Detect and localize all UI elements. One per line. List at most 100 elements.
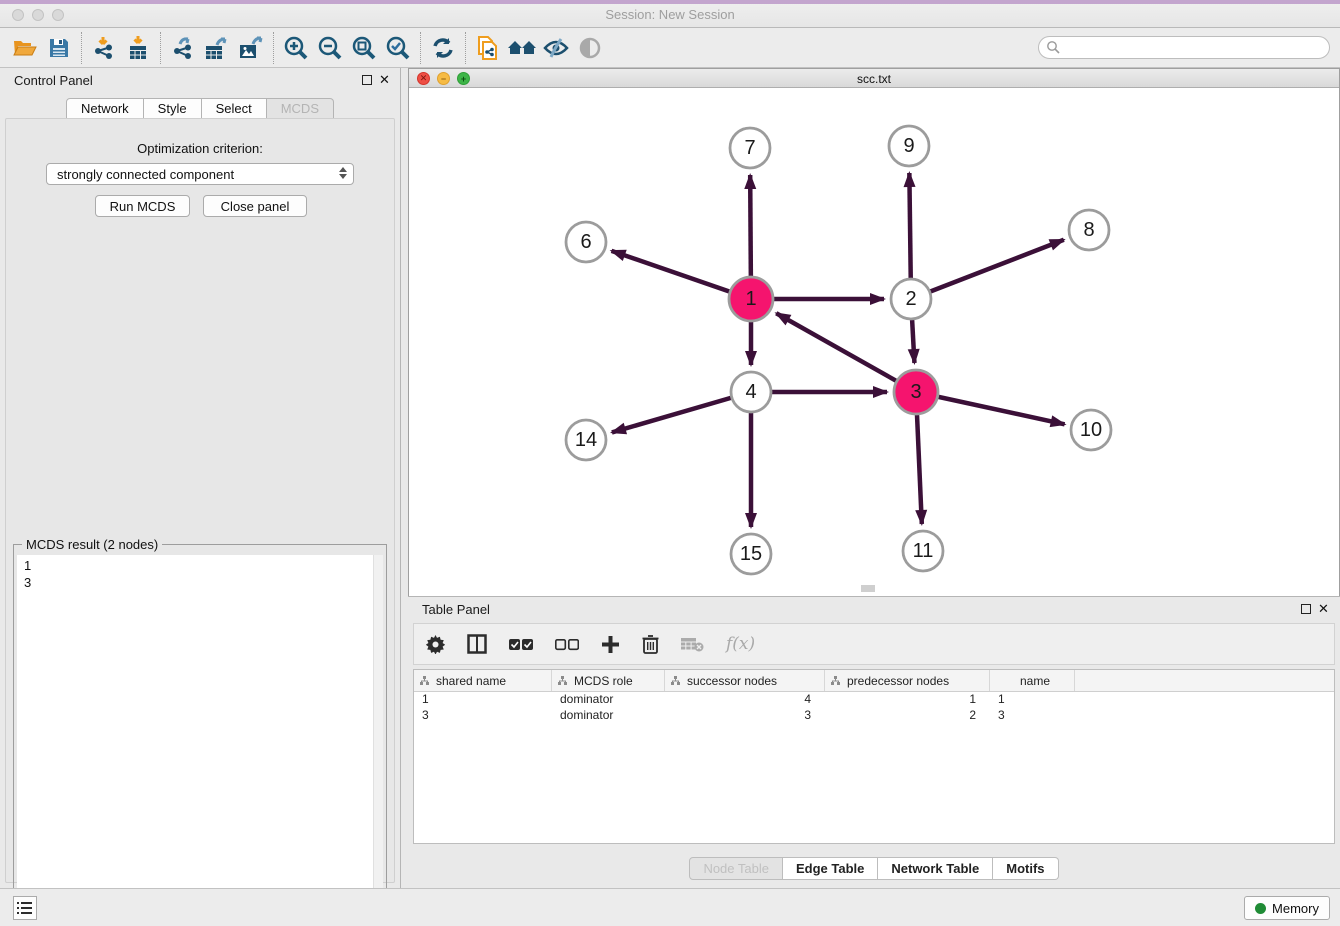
toolbar-separator xyxy=(273,32,274,64)
table-cell[interactable]: 2 xyxy=(825,708,990,724)
zoom-fit-icon xyxy=(351,35,377,61)
tree-icon xyxy=(420,676,429,685)
node-label-11: 11 xyxy=(913,540,934,562)
export-image-icon xyxy=(237,35,265,61)
export-table-button[interactable] xyxy=(200,32,234,64)
table-panel-tabs: Node Table Edge Table Network Table Moti… xyxy=(408,857,1340,880)
dropdown-value: strongly connected component xyxy=(57,167,234,182)
network-window-titlebar[interactable]: ✕ − + scc.txt xyxy=(409,69,1339,88)
node-label-14: 14 xyxy=(575,429,597,451)
memory-label: Memory xyxy=(1272,901,1319,916)
table-row[interactable]: 1dominator411 xyxy=(414,692,1334,708)
column-header-successor-nodes[interactable]: successor nodes xyxy=(665,670,825,691)
search-box[interactable] xyxy=(1038,36,1330,59)
clone-network-icon xyxy=(475,34,501,62)
export-image-button[interactable] xyxy=(234,32,268,64)
tab-select[interactable]: Select xyxy=(202,98,267,119)
network-window-title: scc.txt xyxy=(409,72,1339,86)
clone-network-button[interactable] xyxy=(471,32,505,64)
unselect-all-columns-button[interactable] xyxy=(555,638,579,651)
table-cell[interactable]: dominator xyxy=(552,708,665,724)
select-all-columns-button[interactable] xyxy=(509,638,533,651)
table-cell[interactable]: 3 xyxy=(990,708,1075,724)
mcds-result-groupbox: MCDS result (2 nodes) 1 3 xyxy=(13,544,387,918)
import-table-button[interactable] xyxy=(121,32,155,64)
tab-mcds[interactable]: MCDS xyxy=(267,98,334,119)
node-label-3: 3 xyxy=(910,381,921,403)
function-builder-button[interactable]: f(x) xyxy=(726,634,755,654)
table-cell[interactable]: 1 xyxy=(825,692,990,708)
edge-2-8[interactable] xyxy=(911,240,1064,299)
column-header-shared-name[interactable]: shared name xyxy=(414,670,552,691)
zoom-in-icon xyxy=(283,35,309,61)
memory-status-icon xyxy=(1255,903,1266,914)
delete-column-button[interactable] xyxy=(642,634,659,654)
float-panel-icon[interactable] xyxy=(1301,604,1311,614)
toolbar-separator xyxy=(160,32,161,64)
table-cell[interactable]: 3 xyxy=(665,708,825,724)
tab-network-table[interactable]: Network Table xyxy=(878,857,993,880)
tab-node-table[interactable]: Node Table xyxy=(689,857,783,880)
create-column-button[interactable] xyxy=(601,635,620,654)
zoom-out-button[interactable] xyxy=(313,32,347,64)
table-panel-header: Table Panel ✕ xyxy=(408,597,1340,621)
optimization-criterion-label: Optimization criterion: xyxy=(6,141,394,156)
network-graph[interactable]: 7968124314101511 xyxy=(409,88,1339,596)
show-graphics-details-button[interactable] xyxy=(573,32,607,64)
close-panel-icon[interactable]: ✕ xyxy=(1318,602,1329,616)
zoom-in-button[interactable] xyxy=(279,32,313,64)
column-header-MCDS-role[interactable]: MCDS role xyxy=(552,670,665,691)
open-session-button[interactable] xyxy=(8,32,42,64)
zoom-selected-button[interactable] xyxy=(381,32,415,64)
tab-motifs[interactable]: Motifs xyxy=(993,857,1058,880)
optimization-criterion-select[interactable]: strongly connected component xyxy=(46,163,354,185)
home-icon xyxy=(507,36,537,60)
table-cell[interactable]: 4 xyxy=(665,692,825,708)
edge-3-1[interactable] xyxy=(776,313,916,392)
show-panels-button[interactable] xyxy=(13,896,37,920)
table-cell[interactable]: 1 xyxy=(990,692,1075,708)
mcds-result-text[interactable]: 1 3 xyxy=(17,555,383,915)
table-row[interactable]: 3dominator323 xyxy=(414,708,1334,724)
control-panel-header: Control Panel ✕ xyxy=(0,68,400,92)
canvas-resize-grip[interactable] xyxy=(861,585,875,592)
import-network-button[interactable] xyxy=(87,32,121,64)
float-panel-icon[interactable] xyxy=(362,75,372,85)
table-cell[interactable]: 3 xyxy=(414,708,552,724)
column-header-predecessor-nodes[interactable]: predecessor nodes xyxy=(825,670,990,691)
delete-table-button[interactable] xyxy=(681,637,704,652)
node-label-6: 6 xyxy=(580,231,591,253)
control-panel: Control Panel ✕ Network Style Select MCD… xyxy=(0,68,401,888)
home-button[interactable] xyxy=(505,32,539,64)
column-label: name xyxy=(1020,674,1050,688)
edge-4-14[interactable] xyxy=(612,392,751,432)
close-panel-button[interactable]: Close panel xyxy=(203,195,307,217)
status-bar: Memory xyxy=(0,888,1340,926)
zoom-fit-button[interactable] xyxy=(347,32,381,64)
close-panel-icon[interactable]: ✕ xyxy=(379,73,390,87)
save-session-button[interactable] xyxy=(42,32,76,64)
column-header-name[interactable]: name xyxy=(990,670,1075,691)
split-columns-icon xyxy=(467,634,487,654)
result-scrollbar[interactable] xyxy=(373,555,383,915)
hide-graphics-details-button[interactable] xyxy=(539,32,573,64)
run-mcds-button[interactable]: Run MCDS xyxy=(95,195,190,217)
table-body: 1dominator4113dominator323 xyxy=(414,692,1334,724)
tree-icon xyxy=(671,676,680,685)
table-cell[interactable]: 1 xyxy=(414,692,552,708)
table-settings-button[interactable] xyxy=(426,635,445,654)
export-network-button[interactable] xyxy=(166,32,200,64)
tab-style[interactable]: Style xyxy=(144,98,202,119)
tab-edge-table[interactable]: Edge Table xyxy=(783,857,878,880)
tab-network[interactable]: Network xyxy=(66,98,144,119)
node-label-7: 7 xyxy=(744,137,755,159)
memory-button[interactable]: Memory xyxy=(1244,896,1330,920)
search-input[interactable] xyxy=(1061,39,1329,57)
network-canvas[interactable]: 7968124314101511 xyxy=(409,88,1339,596)
zoom-out-icon xyxy=(317,35,343,61)
import-table-icon xyxy=(125,35,151,61)
toggle-panel-columns-button[interactable] xyxy=(467,634,487,654)
export-table-icon xyxy=(203,35,231,61)
apply-layout-button[interactable] xyxy=(426,32,460,64)
table-cell[interactable]: dominator xyxy=(552,692,665,708)
